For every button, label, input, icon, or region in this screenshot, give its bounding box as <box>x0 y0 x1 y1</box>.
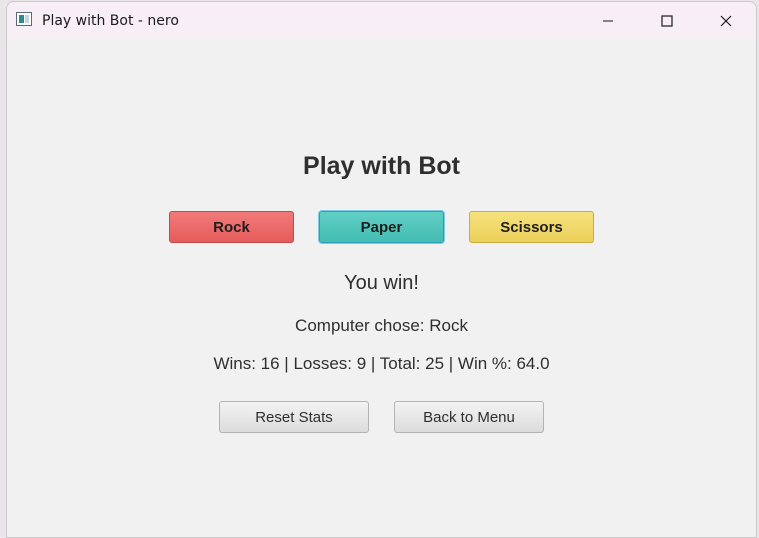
game-panel: Play with Bot Rock Paper Scissors You wi… <box>7 40 756 537</box>
app-window-icon <box>16 12 32 26</box>
close-icon <box>720 15 732 27</box>
minimize-button[interactable] <box>585 2 631 40</box>
maximize-button[interactable] <box>644 2 690 40</box>
maximize-icon <box>661 15 673 27</box>
page-title: Play with Bot <box>303 152 460 180</box>
stats-label: Wins: 16 | Losses: 9 | Total: 25 | Win %… <box>213 354 550 373</box>
computer-choice-label: Computer chose: Rock <box>295 316 468 335</box>
paper-button[interactable]: Paper <box>319 211 444 243</box>
close-button[interactable] <box>703 2 749 40</box>
minimize-icon <box>603 20 613 22</box>
rock-button[interactable]: Rock <box>169 211 294 243</box>
window-title: Play with Bot - nero <box>42 13 179 29</box>
reset-stats-button[interactable]: Reset Stats <box>219 401 369 433</box>
title-bar[interactable]: Play with Bot - nero <box>7 2 756 40</box>
back-to-menu-button[interactable]: Back to Menu <box>394 401 544 433</box>
scissors-button[interactable]: Scissors <box>469 211 594 243</box>
result-label: You win! <box>344 272 419 294</box>
app-window: Play with Bot - nero Play with Bot Rock … <box>6 1 757 538</box>
